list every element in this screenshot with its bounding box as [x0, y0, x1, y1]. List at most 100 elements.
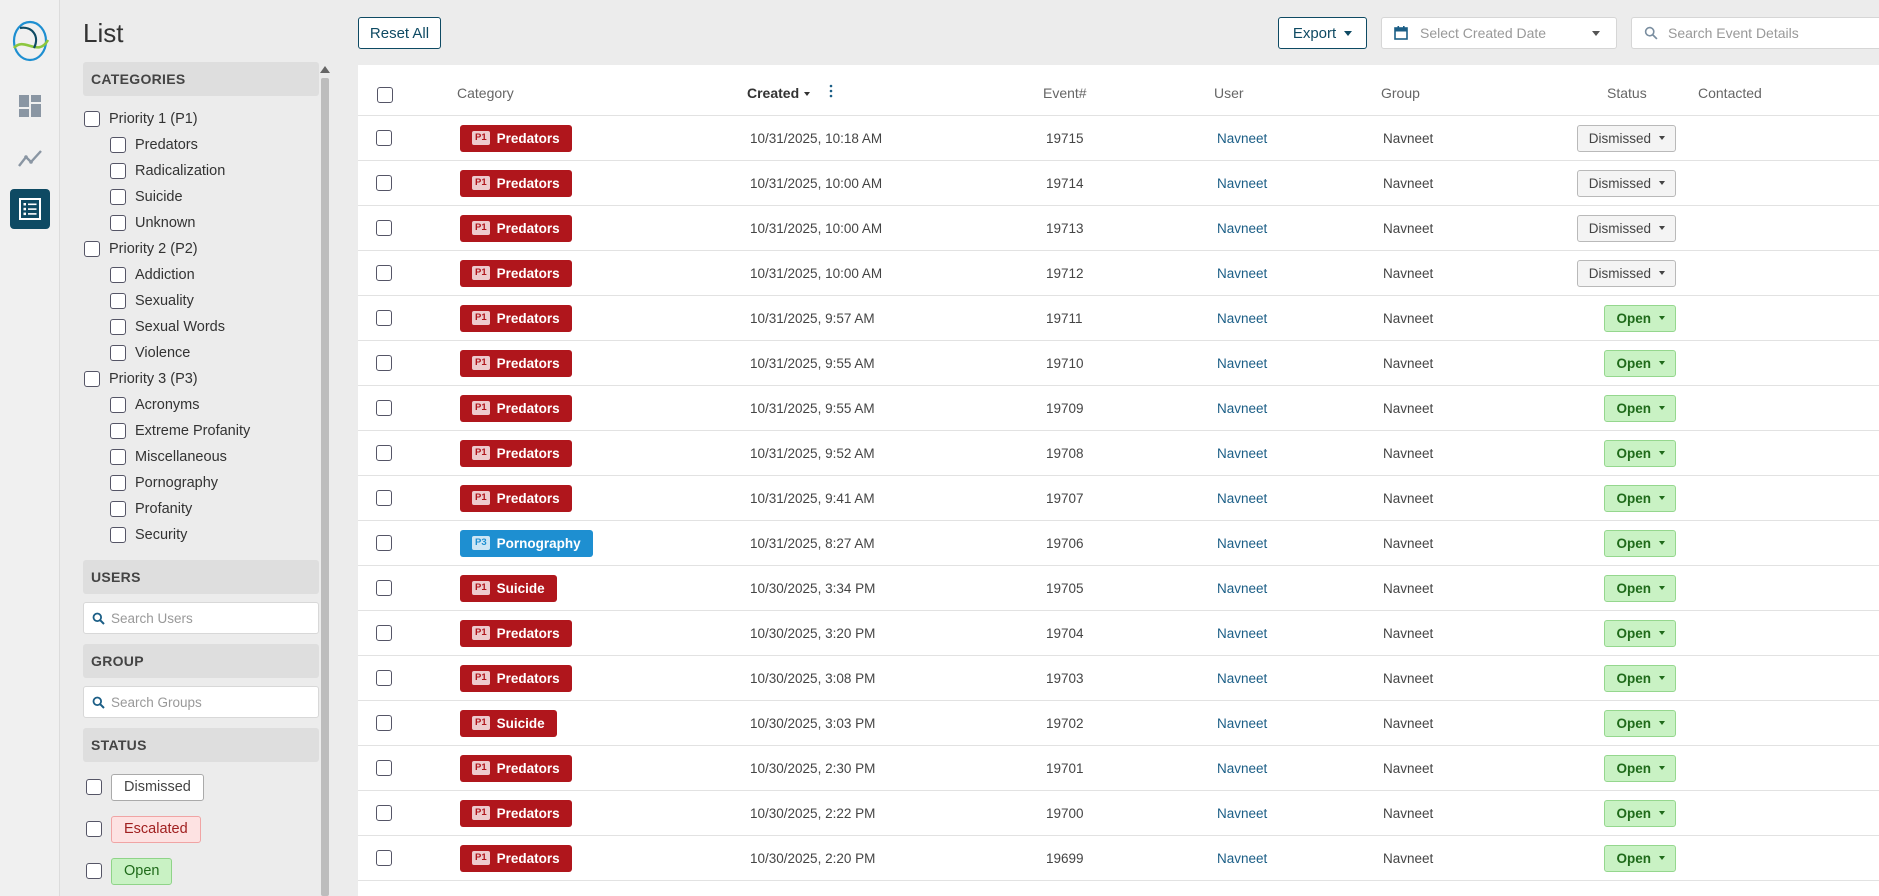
category-badge[interactable]: P1 Predators [460, 484, 572, 512]
event-search-input[interactable] [1668, 25, 1868, 41]
nav-analytics-button[interactable] [10, 138, 50, 178]
user-link[interactable]: Navneet [1217, 476, 1267, 520]
status-dropdown[interactable]: Open [1604, 619, 1676, 647]
category-badge[interactable]: P1 Predators [460, 169, 572, 197]
status-dropdown[interactable]: Dismissed [1576, 214, 1676, 242]
row-checkbox[interactable] [376, 445, 392, 461]
table-row[interactable]: P1 Suicide 10/30/2025, 3:03 PM 19702 Navneet… [358, 701, 1879, 746]
category-badge[interactable]: P1 Predators [460, 844, 572, 872]
category-filter-group[interactable]: Priority 2 (P2) [83, 236, 319, 262]
category-filter-item[interactable]: Profanity [83, 496, 319, 522]
user-link[interactable]: Navneet [1217, 836, 1267, 880]
row-checkbox[interactable] [376, 220, 392, 236]
status-dropdown[interactable]: Dismissed [1576, 124, 1676, 152]
checkbox[interactable] [110, 267, 126, 283]
checkbox[interactable] [110, 501, 126, 517]
category-badge[interactable]: P1 Predators [460, 124, 572, 152]
checkbox[interactable] [86, 821, 102, 837]
row-checkbox[interactable] [376, 580, 392, 596]
table-row[interactable]: P1 Predators 10/31/2025, 10:00 AM 19713 Navn… [358, 206, 1879, 251]
checkbox[interactable] [84, 371, 100, 387]
column-header-status[interactable]: Status [1607, 85, 1647, 101]
table-row[interactable]: P1 Predators 10/30/2025, 3:08 PM 19703 Navne… [358, 656, 1879, 701]
table-row[interactable]: P1 Predators 10/31/2025, 9:55 AM 19710 Navne… [358, 341, 1879, 386]
status-dropdown[interactable]: Open [1604, 574, 1676, 602]
column-header-group[interactable]: Group [1381, 85, 1420, 101]
status-dropdown[interactable]: Open [1604, 664, 1676, 692]
nav-list-button[interactable] [10, 189, 50, 229]
category-filter-group[interactable]: Priority 3 (P3) [83, 366, 319, 392]
export-button[interactable]: Export [1278, 17, 1367, 49]
status-dropdown[interactable]: Open [1604, 799, 1676, 827]
column-header-category[interactable]: Category [457, 85, 514, 101]
user-link[interactable]: Navneet [1217, 431, 1267, 475]
category-filter-item[interactable]: Sexuality [83, 288, 319, 314]
user-link[interactable]: Navneet [1217, 161, 1267, 205]
category-filter-item[interactable]: Suicide [83, 184, 319, 210]
category-filter-item[interactable]: Security [83, 522, 319, 548]
category-badge[interactable]: P1 Predators [460, 259, 572, 287]
checkbox[interactable] [110, 475, 126, 491]
category-filter-item[interactable]: Predators [83, 132, 319, 158]
category-badge[interactable]: P1 Predators [460, 214, 572, 242]
status-dropdown[interactable]: Open [1604, 304, 1676, 332]
table-row[interactable]: P1 Predators 10/31/2025, 10:00 AM 19714 Navn… [358, 161, 1879, 206]
row-checkbox[interactable] [376, 760, 392, 776]
user-link[interactable]: Navneet [1217, 701, 1267, 745]
status-dropdown[interactable]: Open [1604, 349, 1676, 377]
user-link[interactable]: Navneet [1217, 206, 1267, 250]
select-all-checkbox[interactable] [377, 87, 393, 103]
category-filter-item[interactable]: Sexual Words [83, 314, 319, 340]
category-filter-item[interactable]: Pornography [83, 470, 319, 496]
category-badge[interactable]: P1 Predators [460, 754, 572, 782]
scroll-up-icon[interactable] [320, 66, 330, 73]
row-checkbox[interactable] [376, 130, 392, 146]
row-checkbox[interactable] [376, 355, 392, 371]
category-filter-item[interactable]: Addiction [83, 262, 319, 288]
category-filter-item[interactable]: Radicalization [83, 158, 319, 184]
category-badge[interactable]: P1 Predators [460, 439, 572, 467]
row-checkbox[interactable] [376, 715, 392, 731]
checkbox[interactable] [110, 319, 126, 335]
category-filter-item[interactable]: Extreme Profanity [83, 418, 319, 444]
column-header-user[interactable]: User [1214, 85, 1244, 101]
status-dropdown[interactable]: Dismissed [1576, 259, 1676, 287]
category-badge[interactable]: P3 Pornography [460, 529, 593, 557]
category-filter-group[interactable]: Priority 1 (P1) [83, 106, 319, 132]
nav-dashboard-button[interactable] [10, 86, 50, 126]
category-badge[interactable]: P1 Predators [460, 664, 572, 692]
category-badge[interactable]: P1 Predators [460, 304, 572, 332]
row-checkbox[interactable] [376, 805, 392, 821]
table-row[interactable]: P1 Predators 10/31/2025, 10:18 AM 19715 Navn… [358, 116, 1879, 161]
checkbox[interactable] [84, 241, 100, 257]
user-link[interactable]: Navneet [1217, 521, 1267, 565]
user-link[interactable]: Navneet [1217, 296, 1267, 340]
row-checkbox[interactable] [376, 265, 392, 281]
row-checkbox[interactable] [376, 535, 392, 551]
column-header-contacted[interactable]: Contacted [1698, 85, 1762, 101]
status-filter-open[interactable]: Open [83, 850, 319, 892]
status-filter-dismissed[interactable]: Dismissed [83, 766, 319, 808]
status-dropdown[interactable]: Dismissed [1576, 169, 1676, 197]
row-checkbox[interactable] [376, 850, 392, 866]
checkbox[interactable] [110, 423, 126, 439]
scrollbar-thumb[interactable] [321, 78, 329, 896]
user-link[interactable]: Navneet [1217, 386, 1267, 430]
user-link[interactable]: Navneet [1217, 341, 1267, 385]
checkbox[interactable] [110, 345, 126, 361]
reset-all-button[interactable]: Reset All [358, 17, 441, 49]
column-header-event[interactable]: Event# [1043, 85, 1087, 101]
user-link[interactable]: Navneet [1217, 566, 1267, 610]
row-checkbox[interactable] [376, 400, 392, 416]
category-badge[interactable]: P1 Suicide [460, 709, 557, 737]
category-filter-item[interactable]: Unknown [83, 210, 319, 236]
table-row[interactable]: P1 Predators 10/30/2025, 2:20 PM 19699 Navne… [358, 836, 1879, 881]
category-badge[interactable]: P1 Predators [460, 619, 572, 647]
category-filter-item[interactable]: Violence [83, 340, 319, 366]
checkbox[interactable] [110, 163, 126, 179]
status-dropdown[interactable]: Open [1604, 529, 1676, 557]
checkbox[interactable] [86, 779, 102, 795]
status-dropdown[interactable]: Open [1604, 709, 1676, 737]
category-badge[interactable]: P1 Suicide [460, 574, 557, 602]
table-row[interactable]: P1 Predators 10/31/2025, 10:00 AM 19712 Navn… [358, 251, 1879, 296]
